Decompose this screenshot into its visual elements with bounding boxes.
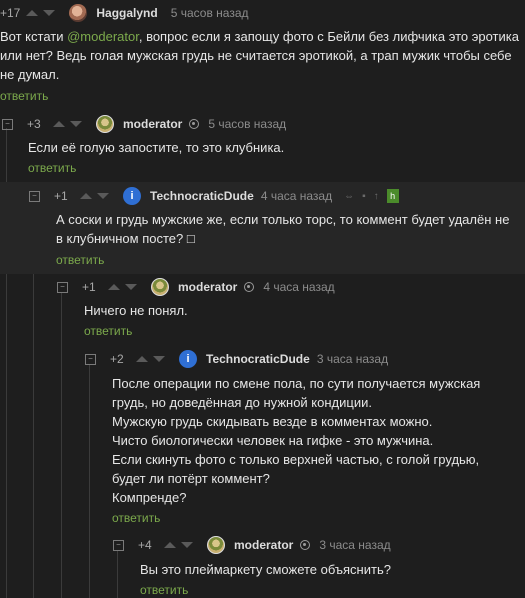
comment-text: Если её голую запостите, то это клубника… [28,140,285,155]
downvote-icon[interactable] [181,542,193,548]
reply-button[interactable]: ответить [84,324,132,338]
upvote-icon[interactable] [80,193,92,199]
comment-tools: ⇔ ▪ ↑ h [340,189,399,203]
thread-line[interactable] [117,550,118,598]
reply-button[interactable]: ответить [112,511,160,525]
comment-header: − +1 i TechnocraticDude 4 часа назад ⇔ ▪… [29,186,399,206]
thread-line[interactable] [89,364,90,598]
moderator-badge-icon [300,540,311,550]
comment-body: Ничего не понял. [84,301,188,320]
avatar[interactable]: i [123,187,141,205]
comment-time[interactable]: 5 часов назад [208,117,286,131]
comment-score: +2 [110,352,124,366]
comment-header: − +4 moderator 3 часа назад [113,535,391,555]
comment-author[interactable]: TechnocraticDude [150,189,254,203]
comment-time[interactable]: 3 часа назад [319,538,390,552]
moderator-badge-icon [244,282,255,292]
reply-button[interactable]: ответить [140,583,188,597]
comment-time[interactable]: 5 часов назад [171,6,249,20]
comment-text: в клубничном посте? □ [56,231,195,246]
avatar[interactable] [96,115,114,133]
avatar-letter: i [186,353,190,365]
thread-line[interactable] [61,292,62,598]
comment-text: Если скинуть фото с только верхней часть… [112,452,480,467]
link-icon[interactable]: ⇔ [344,191,354,202]
comment-author[interactable]: Haggalynd [96,6,157,20]
collapse-icon[interactable]: − [29,190,40,202]
comment-text: А соски и грудь мужские же, если только … [56,212,510,227]
comment-header: − +1 moderator 4 часа назад [57,277,335,297]
comment-time[interactable]: 3 часа назад [317,352,388,366]
comment-author[interactable]: moderator [123,117,182,131]
moderator-badge-icon [189,119,200,129]
comment-text: Вот кстати [0,29,68,44]
comment-score: +3 [27,117,41,131]
avatar-letter: i [130,190,134,202]
comment-body: Вы это плеймаркету сможете объяснить? [140,560,391,579]
downvote-icon[interactable] [43,10,56,16]
comment-header: − +2 i TechnocraticDude 3 часа назад [85,349,388,369]
comment-body: Вот кстати @moderator, вопрос если я зап… [0,27,520,84]
avatar[interactable] [69,4,88,22]
comment-header: +17 Haggalynd 5 часов назад [0,3,249,23]
comment-text: Вы это плеймаркету сможете объяснить? [140,562,391,577]
downvote-icon[interactable] [125,284,137,290]
collapse-icon[interactable]: − [85,353,96,365]
comment-body: А соски и грудь мужские же, если только … [56,210,516,248]
comment-score: +1 [54,189,68,203]
avatar[interactable]: i [179,350,197,368]
downvote-icon[interactable] [70,121,82,127]
comment-technocraticdude: − +1 i TechnocraticDude 4 часа назад ⇔ ▪… [0,182,525,274]
downvote-icon[interactable] [153,356,165,362]
comment-author[interactable]: moderator [178,280,237,294]
comment-text: грудь, но доведённая до нужной кондиции. [112,395,372,410]
collapse-icon[interactable]: − [113,539,124,551]
comment-time[interactable]: 4 часа назад [263,280,334,294]
comment-author[interactable]: TechnocraticDude [206,352,310,366]
comment-time[interactable]: 4 часа назад [261,189,332,203]
comment-score: +17 [0,6,21,20]
upvote-icon[interactable] [164,542,176,548]
author-badge-icon[interactable]: h [386,189,399,203]
comment-text: будет ли потёрт коммент? [112,471,270,486]
comment-score: +1 [82,280,96,294]
user-mention[interactable]: @moderator [67,29,139,44]
comment-body: Если её голую запостите, то это клубника… [28,138,284,157]
collapse-icon[interactable]: − [2,118,13,130]
comment-text: Компренде? [112,490,187,505]
save-icon[interactable]: ▪ [362,191,366,202]
downvote-icon[interactable] [97,193,109,199]
collapse-icon[interactable]: − [57,281,68,293]
upvote-icon[interactable] [108,284,120,290]
comment-text: После операции по смене пола, по сути по… [112,376,481,391]
comment-score: +4 [138,538,152,552]
upvote-icon[interactable] [26,10,39,16]
upvote-icon[interactable] [53,121,65,127]
avatar[interactable] [207,536,225,554]
reply-button[interactable]: ответить [56,253,104,267]
avatar[interactable] [151,278,169,296]
comment-body: После операции по смене пола, по сути по… [112,374,512,507]
comment-text: Чисто биологически человек на гифке - эт… [112,433,434,448]
comment-header: − +3 moderator 5 часов назад [2,114,286,134]
reply-button[interactable]: ответить [28,161,76,175]
reply-button[interactable]: ответить [0,89,48,103]
comment-text: Мужскую грудь скидывать везде в коммента… [112,414,433,429]
share-icon[interactable]: ↑ [374,191,379,202]
comment-author[interactable]: moderator [234,538,293,552]
comment-text: Ничего не понял. [84,303,188,318]
upvote-icon[interactable] [136,356,148,362]
